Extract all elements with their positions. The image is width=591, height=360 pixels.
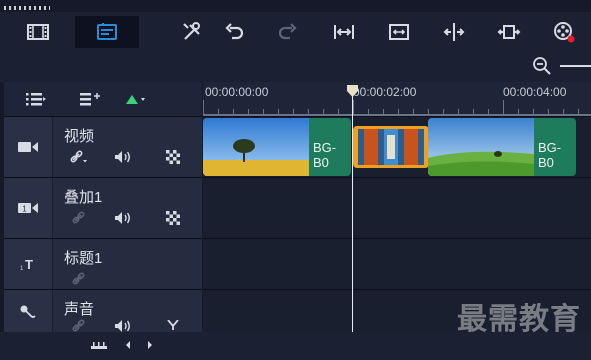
ruler-time-label: 00:00:00:00 [205, 85, 269, 99]
overlay-camera-icon: 1 [18, 203, 38, 214]
fit-screen-icon [389, 24, 409, 40]
watermark-text: 最需教育 [457, 303, 581, 336]
track-name-overlay: 叠加1 [64, 189, 103, 206]
checkerboard-icon [166, 150, 180, 164]
link-icon [72, 211, 85, 224]
speaker-icon [115, 320, 130, 332]
tools-button[interactable] [174, 16, 210, 48]
track-header-audio[interactable]: 声音 [4, 290, 202, 333]
title-text-icon: 1T [20, 257, 33, 272]
zoom-out-icon[interactable] [532, 56, 552, 76]
tools-icon [183, 22, 200, 40]
scroll-ruler-icon[interactable] [91, 340, 107, 350]
overlay-track-icon-cell: 1 [4, 178, 53, 238]
undo-icon [225, 23, 244, 40]
playhead-marker-icon[interactable] [346, 84, 359, 98]
track-header-title[interactable]: 1T 标题1 [4, 239, 202, 290]
zoom-bar [0, 52, 591, 82]
track-header-overlay[interactable]: 1 叠加1 [4, 178, 202, 239]
link-toggle[interactable] [70, 149, 88, 165]
ruler-time-label: 00:00:04:00 [503, 85, 567, 99]
video-camera-icon [18, 142, 38, 152]
video-track-icon-cell [4, 117, 53, 177]
mute-toggle[interactable] [114, 210, 132, 226]
ruler-baseline [203, 114, 591, 116]
ducking-icon [167, 320, 179, 330]
ruler-tick [353, 100, 354, 114]
ruler-tick [503, 100, 504, 114]
fit-width-icon [334, 25, 354, 39]
mute-toggle[interactable] [114, 149, 132, 165]
audio-track-icon-cell [4, 290, 53, 332]
svg-text:1: 1 [20, 266, 24, 272]
track-name-title: 标题1 [64, 250, 103, 267]
svg-text:T: T [25, 257, 33, 272]
clip-label: BG-B0 [538, 140, 562, 170]
panel-grip[interactable] [4, 6, 50, 10]
record-button[interactable] [546, 16, 582, 48]
zoom-slider[interactable] [560, 65, 591, 67]
timeline-icon [97, 23, 117, 40]
redo-button[interactable] [270, 16, 306, 48]
meadow-landscape-thumbnail [428, 118, 534, 176]
visibility-toggle[interactable] [164, 210, 182, 226]
link-toggle[interactable] [70, 210, 88, 226]
title-track-icon-cell: 1T [4, 239, 53, 289]
transition-clip[interactable] [353, 126, 429, 168]
video-clip-1[interactable]: BG-B0 [203, 118, 351, 176]
link-icon [72, 272, 85, 285]
storyboard-view-button[interactable] [20, 16, 56, 48]
tree-landscape-thumbnail [203, 118, 309, 176]
overlay-lane[interactable] [203, 178, 591, 239]
microphone-icon [20, 305, 36, 318]
video-clip-2[interactable]: BG-B0 [428, 118, 576, 176]
ruler-tick [203, 100, 204, 114]
add-track-icon[interactable] [80, 92, 100, 106]
timeline-toolbar [0, 12, 591, 52]
timeline-view-button[interactable] [75, 16, 139, 48]
ripple-edit-icon[interactable] [124, 93, 148, 105]
split-button[interactable] [436, 16, 472, 48]
title-lane[interactable] [203, 239, 591, 290]
ruler-time-label: 00:00:02:00 [353, 85, 417, 99]
fit-width-button[interactable] [326, 16, 362, 48]
split-icon [443, 23, 465, 41]
speaker-icon [115, 151, 130, 163]
visibility-toggle[interactable] [164, 149, 182, 165]
track-name-video: 视频 [64, 128, 95, 145]
checkerboard-icon [166, 211, 180, 225]
film-reel-record-icon [554, 22, 575, 43]
redo-icon [278, 23, 297, 40]
expand-icon [497, 25, 521, 39]
track-header-controls [4, 82, 202, 117]
link-toggle[interactable] [70, 271, 88, 287]
track-name-audio: 声音 [64, 301, 95, 318]
expand-button[interactable] [491, 16, 527, 48]
clip-label: BG-B0 [313, 140, 337, 170]
scroll-left-icon[interactable] [124, 340, 132, 350]
scroll-right-icon[interactable] [146, 340, 154, 350]
speaker-icon [115, 212, 130, 224]
track-manager-icon[interactable] [26, 92, 46, 106]
fit-screen-button[interactable] [381, 16, 417, 48]
link-icon [70, 150, 87, 163]
track-header-video[interactable]: 视频 [4, 117, 202, 178]
time-ruler[interactable]: 00:00:00:00 00:00:02:00 00:00:04:00 [203, 82, 591, 117]
transition-thumbnail [354, 127, 428, 167]
film-strip-icon [27, 24, 49, 40]
audio-ducking-toggle[interactable] [164, 320, 182, 330]
undo-button[interactable] [216, 16, 252, 48]
svg-text:1: 1 [22, 205, 27, 214]
link-icon [72, 319, 85, 332]
playhead-line[interactable] [352, 86, 353, 332]
